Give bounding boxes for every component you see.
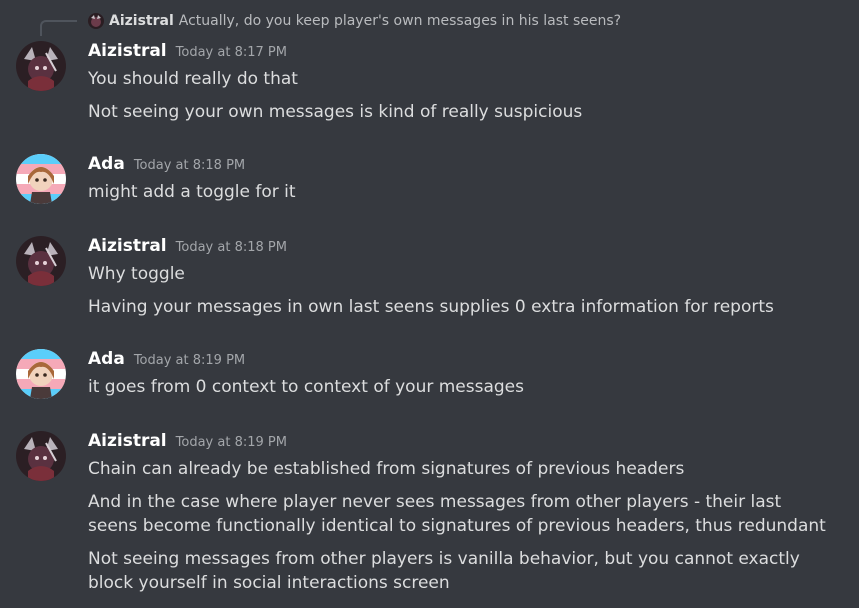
reply-text[interactable]: Actually, do you keep player's own messa… bbox=[179, 13, 621, 29]
message-header: Ada Today at 8:18 PM bbox=[88, 154, 245, 174]
message-text: Why toggle bbox=[88, 264, 185, 284]
reply-connector bbox=[40, 20, 77, 36]
message-header: Ada Today at 8:19 PM bbox=[88, 349, 245, 369]
author-name[interactable]: Aizistral bbox=[88, 41, 167, 61]
message-text: Chain can already be established from si… bbox=[88, 459, 685, 479]
timestamp[interactable]: Today at 8:18 PM bbox=[176, 240, 287, 255]
message-text: Having your messages in own last seens s… bbox=[88, 297, 774, 317]
timestamp[interactable]: Today at 8:17 PM bbox=[176, 45, 287, 60]
author-name[interactable]: Ada bbox=[88, 349, 125, 369]
message-header: Aizistral Today at 8:19 PM bbox=[88, 431, 287, 451]
message-text: And in the case where player never sees … bbox=[88, 492, 826, 536]
avatar-aizistral[interactable] bbox=[16, 236, 66, 286]
message-text: You should really do that bbox=[88, 69, 298, 89]
message-header: Aizistral Today at 8:18 PM bbox=[88, 236, 287, 256]
author-name[interactable]: Ada bbox=[88, 154, 125, 174]
timestamp[interactable]: Today at 8:18 PM bbox=[134, 158, 245, 173]
avatar-aizistral[interactable] bbox=[16, 41, 66, 91]
avatar-ada[interactable] bbox=[16, 349, 66, 399]
timestamp[interactable]: Today at 8:19 PM bbox=[134, 353, 245, 368]
message-text: Not seeing your own messages is kind of … bbox=[88, 102, 583, 122]
reply-author-avatar[interactable] bbox=[88, 13, 104, 29]
timestamp[interactable]: Today at 8:19 PM bbox=[176, 435, 287, 450]
author-name[interactable]: Aizistral bbox=[88, 431, 167, 451]
avatar-ada[interactable] bbox=[16, 154, 66, 204]
message-text: it goes from 0 context to context of you… bbox=[88, 377, 524, 397]
author-name[interactable]: Aizistral bbox=[88, 236, 167, 256]
reply-author-name[interactable]: Aizistral bbox=[109, 13, 174, 29]
reply-preview[interactable]: Aizistral Actually, do you keep player's… bbox=[88, 11, 621, 31]
message-text: might add a toggle for it bbox=[88, 182, 296, 202]
message-text: Not seeing messages from other players i… bbox=[88, 549, 800, 593]
avatar-aizistral[interactable] bbox=[16, 431, 66, 481]
message-header: Aizistral Today at 8:17 PM bbox=[88, 41, 287, 61]
